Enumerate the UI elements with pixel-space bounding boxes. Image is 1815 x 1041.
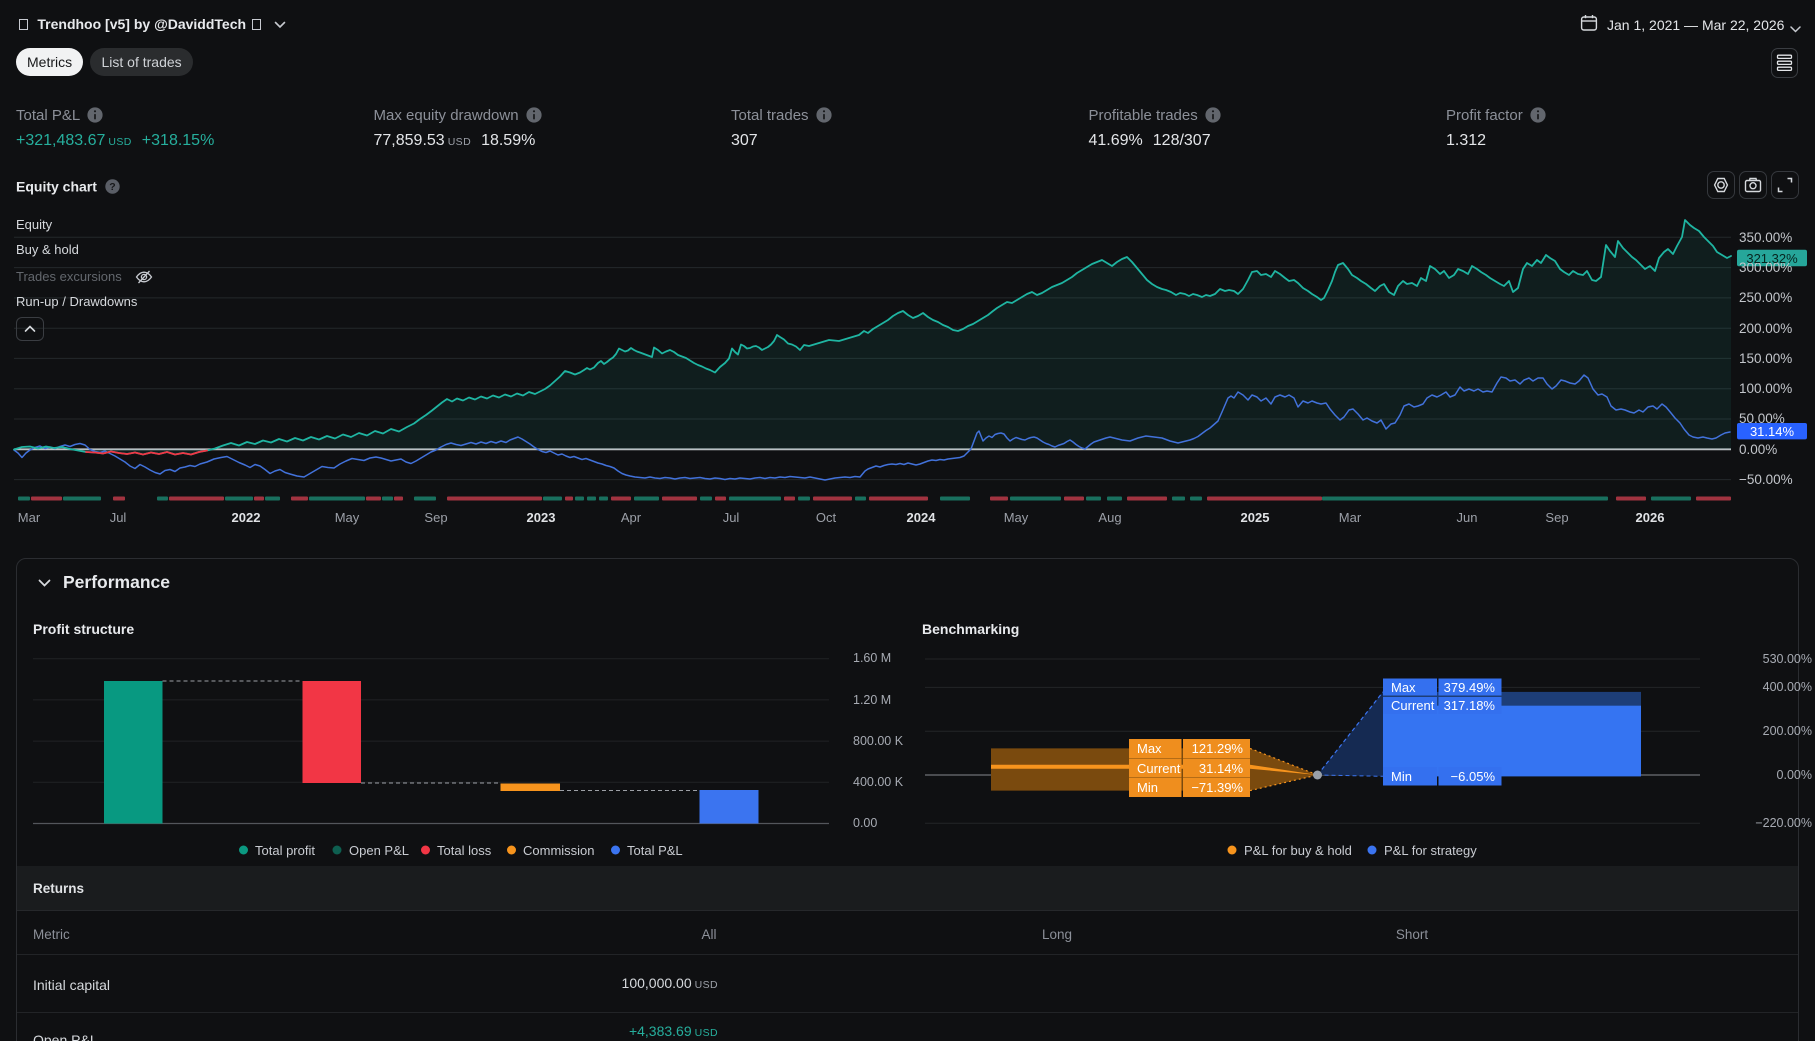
svg-text:?: ? xyxy=(109,181,115,193)
